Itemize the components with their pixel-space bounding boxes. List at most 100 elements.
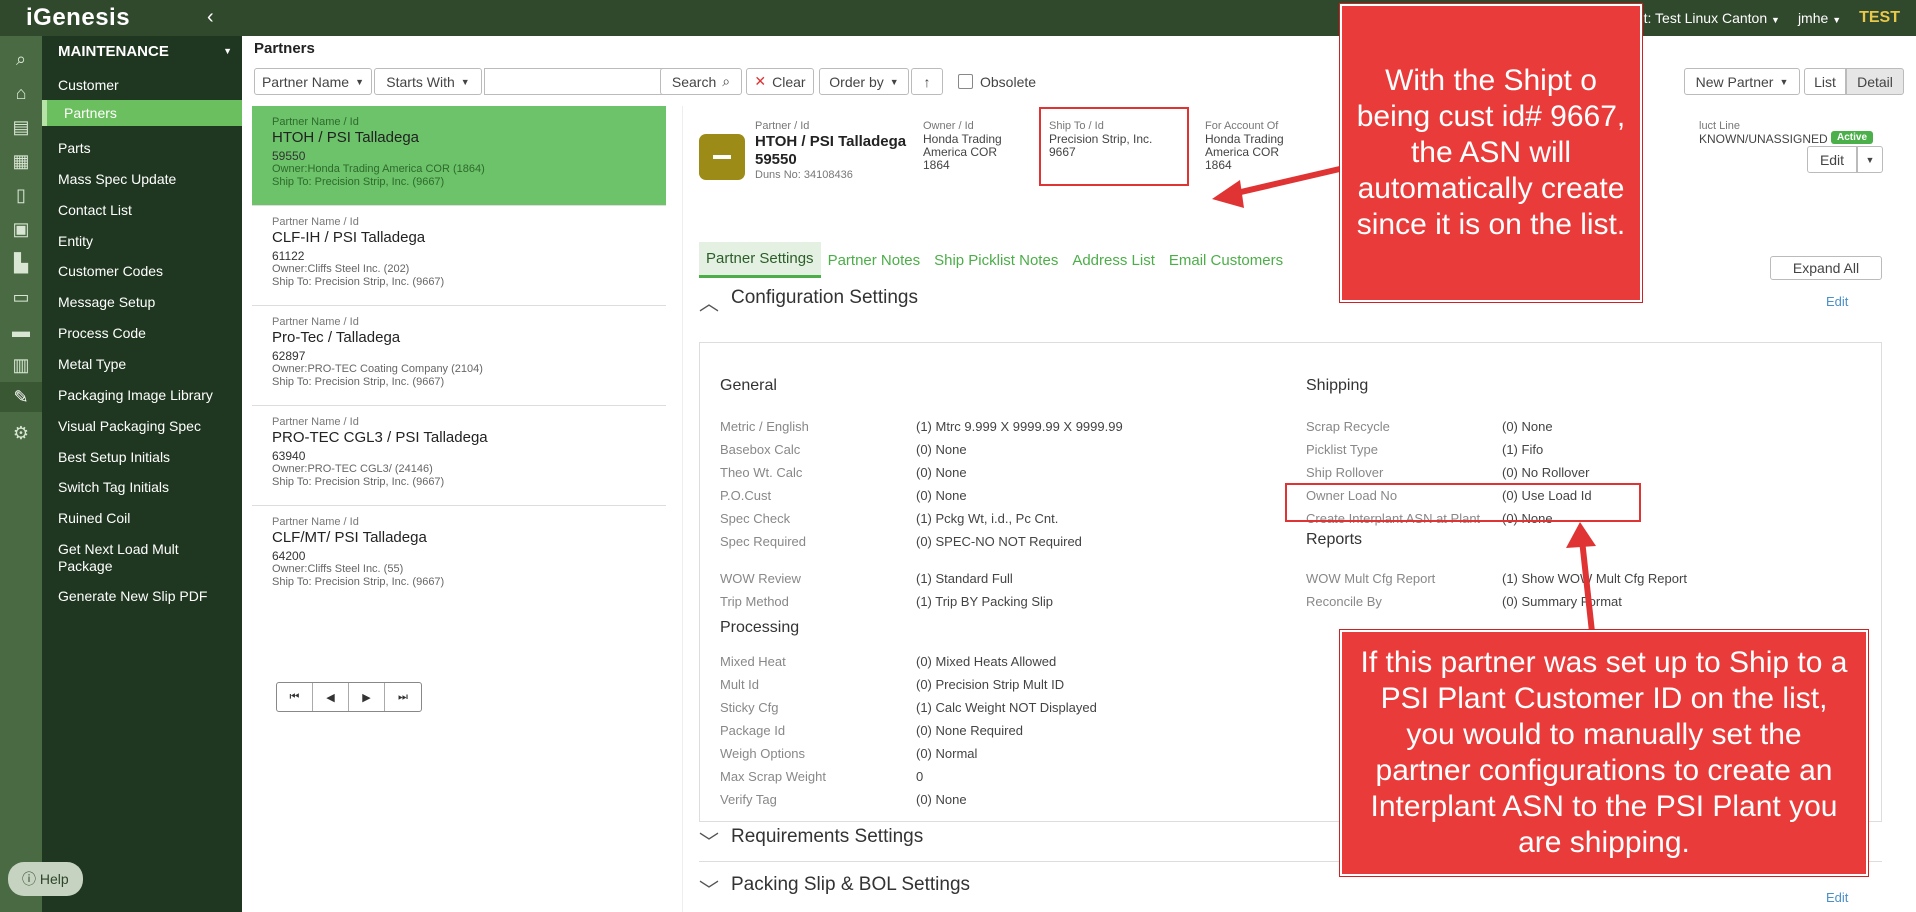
menu-item-customer-codes[interactable]: Customer Codes	[42, 263, 242, 280]
reports-icon[interactable]: ▥	[6, 350, 36, 380]
last-page-icon[interactable]: ⏭	[385, 683, 421, 711]
app-window: iGenesis ‹ nt: Test Linux Canton ▼ jmhe …	[0, 0, 1916, 912]
tab-partner-settings[interactable]: Partner Settings	[699, 242, 821, 278]
field-label: P.O.Cust	[720, 488, 772, 503]
order-by-select[interactable]: Order by ▼	[819, 68, 909, 95]
caret-down-icon: ▼	[1779, 76, 1789, 87]
menu-item-entity[interactable]: Entity	[42, 233, 242, 250]
gears-icon[interactable]: ⚙	[6, 418, 36, 448]
calendar-icon[interactable]: ▣	[6, 214, 36, 244]
field-value: (1) Standard Full	[916, 571, 1013, 586]
field-value: (0) None Required	[916, 723, 1023, 738]
obsolete-checkbox[interactable]	[958, 74, 973, 89]
app-logo: iGenesis	[26, 4, 131, 31]
partner-card[interactable]: Partner Name / Id Pro-Tec / Talladega 62…	[252, 306, 666, 406]
menu-item-switch-tag-initials[interactable]: Switch Tag Initials	[42, 479, 242, 496]
partner-card[interactable]: Partner Name / Id CLF/MT/ PSI Talladega …	[252, 506, 666, 606]
menu-item-process-code[interactable]: Process Code	[42, 325, 242, 342]
field-label: Mixed Heat	[720, 654, 786, 669]
field-value: (1) Show WOW Mult Cfg Report	[1502, 571, 1687, 586]
menu-item-generate-new-slip-pdf[interactable]: Generate New Slip PDF	[42, 588, 242, 605]
truck-icon[interactable]: ▬	[6, 316, 36, 346]
tab-address-list[interactable]: Address List	[1065, 242, 1162, 278]
field-value: (1) Fifo	[1502, 442, 1544, 457]
partner-list: Partner Name / Id HTOH / PSI Talladega 5…	[252, 106, 666, 712]
match-select[interactable]: Starts With ▼	[374, 68, 482, 95]
interplant-asn-highlight	[1285, 483, 1641, 522]
packing-slip-bol-settings-title[interactable]: Packing Slip & BOL Settings	[731, 874, 970, 896]
search-icon: ⌕	[722, 73, 731, 89]
menu-header[interactable]: MAINTENANCE ▼	[42, 36, 242, 66]
chevron-down-icon[interactable]: ﹀	[699, 826, 719, 855]
help-button[interactable]: ⓘ Help	[8, 862, 83, 896]
field-value: (0) SPEC-NO NOT Required	[916, 534, 1082, 549]
menu-item-ruined-coil[interactable]: Ruined Coil	[42, 510, 242, 527]
clipboard-icon[interactable]: ▭	[6, 282, 36, 312]
obsolete-label: Obsolete	[980, 74, 1037, 90]
configuration-settings-title[interactable]: Configuration Settings	[731, 287, 918, 309]
receiving-icon[interactable]: ▤	[6, 112, 36, 142]
field-select[interactable]: Partner Name ▼	[254, 68, 372, 95]
menu-item-metal-type[interactable]: Metal Type	[42, 356, 242, 373]
menu-item-get-next-load-mult-package[interactable]: Get Next Load Mult Package	[42, 541, 192, 575]
packing-edit-link[interactable]: Edit	[1826, 890, 1848, 905]
chevron-up-icon[interactable]: ︿	[699, 287, 719, 316]
chevron-down-icon[interactable]: ﹀	[699, 874, 719, 903]
search-input[interactable]	[484, 68, 664, 95]
annotation-callout-top: With the Shipt o being cust id# 9667, th…	[1340, 4, 1642, 302]
field-value: (1) Pckg Wt, i.d., Pc Cnt.	[916, 511, 1059, 526]
partner-header: Partner / Id HTOH / PSI Talladega 59550 …	[755, 120, 907, 181]
user-menu[interactable]: jmhe ▼	[1798, 10, 1841, 26]
warehouse-icon[interactable]: ▦	[6, 146, 36, 176]
edit-button[interactable]: Edit	[1807, 146, 1857, 173]
edit-options-button[interactable]: ▼	[1857, 146, 1883, 173]
menu-item-visual-packaging-spec[interactable]: Visual Packaging Spec	[42, 418, 242, 435]
account-of-info: For Account Of Honda Trading America COR…	[1205, 120, 1284, 172]
new-partner-button[interactable]: New Partner ▼	[1684, 68, 1800, 95]
search-button[interactable]: Search ⌕	[660, 68, 742, 95]
menu-item-contact-list[interactable]: Contact List	[42, 202, 242, 219]
prev-page-icon[interactable]: ◀	[313, 683, 349, 711]
detail-view-button[interactable]: Detail	[1846, 68, 1904, 95]
field-value: (0) None	[916, 488, 967, 503]
caret-down-icon: ▼	[889, 76, 899, 87]
menu-item-mass-spec-update[interactable]: Mass Spec Update	[42, 171, 242, 188]
field-value: (0) Summary Format	[1502, 594, 1622, 609]
expand-all-button[interactable]: Expand All	[1770, 256, 1882, 280]
menu-item-best-setup-initials[interactable]: Best Setup Initials	[42, 449, 242, 466]
search-icon[interactable]: ⌕	[6, 44, 36, 74]
field-value: (1) Mtrc 9.999 X 9999.99 X 9999.99	[916, 419, 1123, 434]
menu-item-customer[interactable]: Customer	[42, 77, 242, 94]
pager: ⏮ ◀ ▶ ⏭	[276, 682, 422, 712]
menu-item-partners[interactable]: Partners	[42, 100, 242, 126]
wrench-icon[interactable]: ✎	[0, 382, 42, 412]
sort-direction-button[interactable]: ↑	[911, 68, 943, 95]
factory-icon[interactable]: ▙	[6, 248, 36, 278]
partner-card[interactable]: Partner Name / Id CLF-IH / PSI Talladega…	[252, 206, 666, 306]
client-selector[interactable]: nt: Test Linux Canton ▼	[1636, 10, 1780, 26]
field-label: Max Scrap Weight	[720, 769, 826, 784]
field-label: Picklist Type	[1306, 442, 1379, 457]
config-edit-link[interactable]: Edit	[1826, 294, 1848, 309]
field-label: Sticky Cfg	[720, 700, 779, 715]
clear-button[interactable]: ✕ Clear	[746, 68, 814, 95]
requirements-settings-title[interactable]: Requirements Settings	[731, 826, 923, 848]
tab-email-customers[interactable]: Email Customers	[1162, 242, 1290, 278]
menu-item-packaging-image-library[interactable]: Packaging Image Library	[42, 387, 242, 404]
general-heading: General	[720, 377, 777, 394]
menu-item-parts[interactable]: Parts	[42, 140, 242, 157]
partner-card[interactable]: Partner Name / Id PRO-TEC CGL3 / PSI Tal…	[252, 406, 666, 506]
list-view-button[interactable]: List	[1804, 68, 1846, 95]
collapse-menu-icon[interactable]: ‹	[207, 6, 214, 29]
tab-partner-notes[interactable]: Partner Notes	[821, 242, 928, 278]
close-icon: ✕	[754, 73, 767, 89]
menu-item-message-setup[interactable]: Message Setup	[42, 294, 242, 311]
next-page-icon[interactable]: ▶	[349, 683, 385, 711]
field-label: Weigh Options	[720, 746, 806, 761]
tab-ship-picklist-notes[interactable]: Ship Picklist Notes	[927, 242, 1065, 278]
home-icon[interactable]: ⌂	[6, 78, 36, 108]
document-icon[interactable]: ▯	[6, 180, 36, 210]
field-value: (0) None	[1502, 419, 1553, 434]
first-page-icon[interactable]: ⏮	[277, 683, 313, 711]
partner-card[interactable]: Partner Name / Id HTOH / PSI Talladega 5…	[252, 106, 666, 206]
